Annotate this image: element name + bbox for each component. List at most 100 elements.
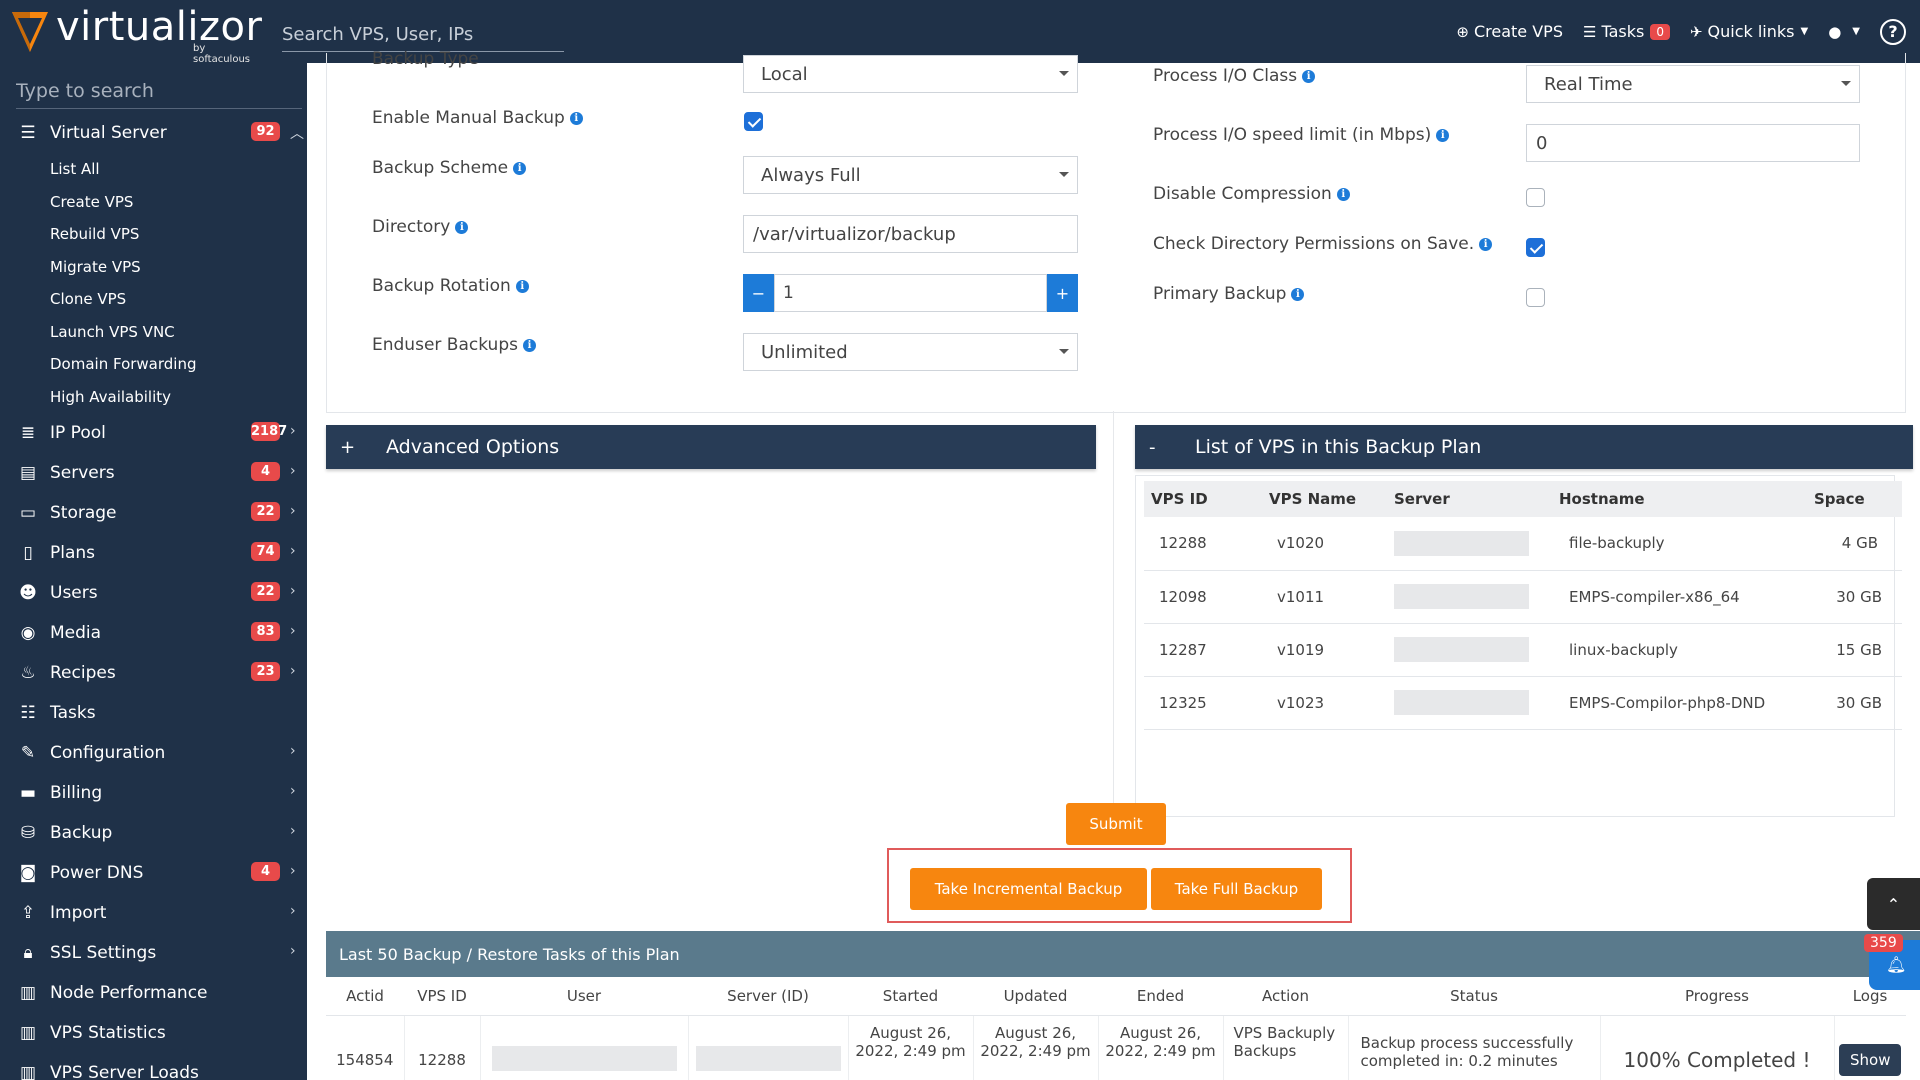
sidebar-badge: 4 bbox=[251, 462, 280, 481]
sidebar-item-storage[interactable]: ▭ Storage 22 › bbox=[0, 493, 307, 533]
sidebar-badge: 92 bbox=[251, 122, 280, 141]
vps-list-header[interactable]: - List of VPS in this Backup Plan bbox=[1135, 425, 1913, 469]
sidebar-item-label: VPS Server Loads bbox=[50, 1063, 199, 1080]
logo-mark-icon bbox=[12, 12, 48, 52]
virtualizor-logo[interactable]: virtualizor by softaculous bbox=[12, 4, 262, 65]
stats-chart-icon: ▥ bbox=[19, 1023, 37, 1043]
primary-backup-checkbox[interactable] bbox=[1526, 288, 1545, 307]
submenu-item-list-all[interactable]: List All bbox=[0, 153, 307, 186]
disable-compression-checkbox[interactable] bbox=[1526, 188, 1545, 207]
col-progress: Progress bbox=[1600, 977, 1834, 1016]
user-menu-dropdown[interactable]: ● ▼ bbox=[1828, 23, 1860, 41]
create-vps-link[interactable]: ⊕ Create VPS bbox=[1456, 22, 1563, 41]
sidebar-item-recipes[interactable]: ♨ Recipes 23 › bbox=[0, 653, 307, 693]
logo-subtext: by softaculous bbox=[193, 43, 251, 65]
backup-scheme-row: Backup Scheme i bbox=[372, 158, 527, 178]
virtual-server-submenu: List All Create VPS Rebuild VPS Migrate … bbox=[0, 153, 307, 413]
disable-compression-label: Disable Compression bbox=[1153, 184, 1332, 204]
submenu-item-create-vps[interactable]: Create VPS bbox=[0, 186, 307, 219]
col-space: Space bbox=[1814, 481, 1902, 517]
backup-scheme-value: Always Full bbox=[761, 164, 861, 186]
database-icon: ⛁ bbox=[20, 823, 36, 843]
collapse-minus-icon: - bbox=[1149, 436, 1156, 458]
sidebar-item-users[interactable]: ☻ Users 22 › bbox=[0, 573, 307, 613]
submenu-item-rebuild-vps[interactable]: Rebuild VPS bbox=[0, 218, 307, 251]
chevron-right-icon: › bbox=[290, 743, 296, 759]
rotation-increment-button[interactable]: + bbox=[1047, 274, 1078, 312]
io-speed-input[interactable]: 0 bbox=[1526, 124, 1860, 162]
lock-icon: 🔒︎ bbox=[23, 943, 33, 963]
redacted-server bbox=[695, 1045, 841, 1071]
backup-scheme-label: Backup Scheme bbox=[372, 158, 509, 178]
col-vps-name: VPS Name bbox=[1269, 481, 1394, 517]
submenu-item-high-availability[interactable]: High Availability bbox=[0, 381, 307, 414]
sidebar-item-import[interactable]: ⇪ Import › bbox=[0, 893, 307, 933]
ended-cell: August 26, 2022, 2:49 pm bbox=[1098, 1015, 1224, 1080]
sidebar-item-backup[interactable]: ⛁ Backup › bbox=[0, 813, 307, 853]
col-status: Status bbox=[1348, 977, 1600, 1016]
vps-id-cell: 12325 bbox=[1144, 676, 1269, 730]
directory-row: Directory i bbox=[372, 217, 469, 237]
quick-links-dropdown[interactable]: ✈ Quick links ▼ bbox=[1690, 22, 1808, 41]
sidebar-badge: 83 bbox=[251, 622, 280, 641]
sidebar-item-configuration[interactable]: ✎ Configuration › bbox=[0, 733, 307, 773]
recipes-icon: ♨ bbox=[20, 663, 36, 683]
info-icon: i bbox=[513, 161, 527, 175]
sidebar-item-servers[interactable]: ▤ Servers 4 › bbox=[0, 453, 307, 493]
sidebar-item-billing[interactable]: ▬ Billing › bbox=[0, 773, 307, 813]
submenu-item-launch-vnc[interactable]: Launch VPS VNC bbox=[0, 316, 307, 349]
vps-list-title: List of VPS in this Backup Plan bbox=[1195, 436, 1482, 458]
rotation-decrement-button[interactable]: − bbox=[743, 274, 774, 312]
plus-circle-icon: ⊕ bbox=[1456, 22, 1469, 41]
vps-name-cell: v1020 bbox=[1269, 517, 1394, 571]
enduser-backups-select[interactable]: Unlimited bbox=[743, 333, 1078, 371]
enable-manual-backup-checkbox[interactable] bbox=[744, 112, 763, 131]
tasks-link[interactable]: ☰ Tasks 0 bbox=[1583, 22, 1670, 41]
submenu-item-clone-vps[interactable]: Clone VPS bbox=[0, 283, 307, 316]
vps-name-cell: v1011 bbox=[1269, 570, 1394, 624]
scroll-to-top-button[interactable]: ⌃ bbox=[1867, 878, 1920, 930]
info-icon: i bbox=[455, 220, 469, 234]
take-full-backup-button[interactable]: Take Full Backup bbox=[1151, 868, 1322, 910]
advanced-options-header[interactable]: + Advanced Options bbox=[326, 425, 1096, 469]
submenu-item-migrate-vps[interactable]: Migrate VPS bbox=[0, 251, 307, 284]
sidebar-badge: 23 bbox=[251, 662, 280, 681]
logs-cell: Show bbox=[1834, 1015, 1906, 1080]
sidebar-item-label: SSL Settings bbox=[50, 943, 157, 963]
sidebar-search-input[interactable] bbox=[16, 73, 302, 108]
io-class-select[interactable]: Real Time bbox=[1526, 65, 1860, 103]
server-stack-icon: ☰ bbox=[20, 123, 36, 143]
submit-button[interactable]: Submit bbox=[1066, 803, 1166, 845]
show-logs-button[interactable]: Show bbox=[1839, 1044, 1902, 1077]
directory-input[interactable]: /var/virtualizor/backup bbox=[743, 215, 1078, 253]
top-search-input[interactable] bbox=[282, 18, 564, 51]
enduser-backups-label: Enduser Backups bbox=[372, 335, 518, 355]
sidebar-item-power-dns[interactable]: ◙ Power DNS 4 › bbox=[0, 853, 307, 893]
sidebar-item-ssl-settings[interactable]: 🔒︎ SSL Settings › bbox=[0, 933, 307, 973]
sidebar-item-ip-pool[interactable]: ≣ IP Pool 2187 › bbox=[0, 413, 307, 453]
backup-type-label: Backup Type bbox=[372, 49, 479, 69]
vps-name-cell: v1023 bbox=[1269, 676, 1394, 730]
info-icon: i bbox=[1479, 237, 1493, 251]
check-dir-permissions-checkbox[interactable] bbox=[1526, 238, 1545, 257]
table-row: 12325 v1023 EMPS-Compilor-php8-DND 30 GB bbox=[1144, 676, 1902, 730]
table-row: 154854 12288 August 26, 2022, 2:49 pm Au… bbox=[326, 1015, 1906, 1080]
rotation-value-input[interactable]: 1 bbox=[774, 274, 1047, 312]
sidebar-item-node-performance[interactable]: ▥ Node Performance bbox=[0, 973, 307, 1013]
sidebar-item-label: Configuration bbox=[50, 743, 166, 763]
sidebar-item-tasks[interactable]: ☷ Tasks bbox=[0, 693, 307, 733]
chevron-right-icon: › bbox=[290, 783, 296, 799]
primary-backup-row: Primary Backup i bbox=[1153, 284, 1305, 304]
col-user: User bbox=[480, 977, 688, 1016]
sidebar-item-vps-statistics[interactable]: ▥ VPS Statistics bbox=[0, 1013, 307, 1053]
sidebar-item-plans[interactable]: ▯ Plans 74 › bbox=[0, 533, 307, 573]
backup-type-value: Local bbox=[761, 63, 808, 85]
sidebar-item-media[interactable]: ◉ Media 83 › bbox=[0, 613, 307, 653]
backup-scheme-select[interactable]: Always Full bbox=[743, 156, 1078, 194]
help-icon[interactable]: ? bbox=[1880, 18, 1906, 45]
take-incremental-backup-button[interactable]: Take Incremental Backup bbox=[910, 868, 1147, 910]
submenu-item-domain-forwarding[interactable]: Domain Forwarding bbox=[0, 348, 307, 381]
sidebar-item-vps-server-loads[interactable]: ▥ VPS Server Loads bbox=[0, 1053, 307, 1080]
backup-type-select[interactable]: Local bbox=[743, 55, 1078, 93]
sidebar-item-virtual-server[interactable]: ☰ Virtual Server 92 ︿ bbox=[0, 113, 307, 153]
